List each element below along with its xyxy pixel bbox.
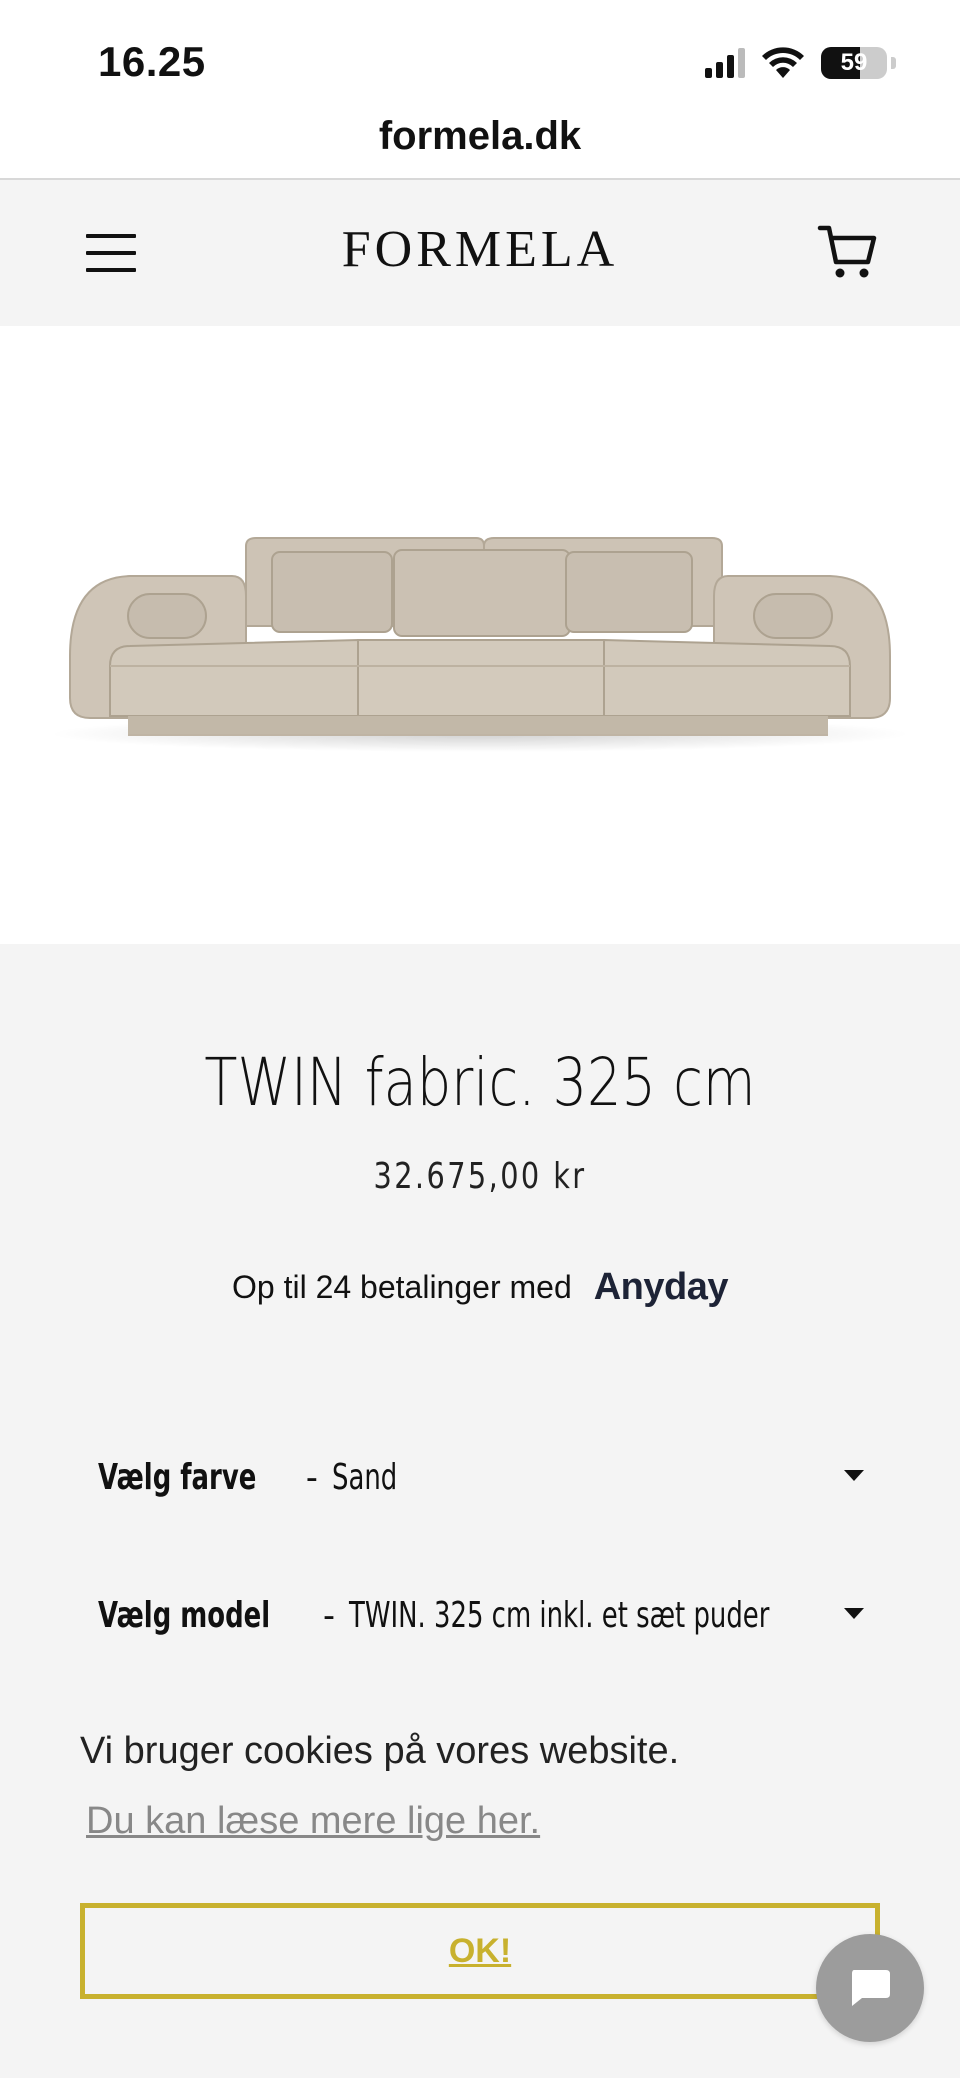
wifi-icon — [762, 47, 804, 78]
battery-icon: 59 — [821, 47, 887, 79]
sofa-illustration — [50, 537, 910, 752]
browser-url-bar[interactable]: formela.dk — [0, 110, 960, 180]
status-time: 16.25 — [98, 38, 206, 85]
status-bar: 16.25 59 — [0, 0, 960, 110]
chat-button[interactable] — [816, 1934, 924, 2042]
model-select[interactable]: Vælg model - TWIN. 325 cm inkl. et sæt p… — [98, 1580, 864, 1650]
color-select[interactable]: Vælg farve - Sand — [98, 1442, 864, 1512]
chevron-down-icon[interactable] — [844, 1470, 864, 1481]
cookie-ok-label: OK! — [448, 1931, 512, 1970]
cookie-text: Vi bruger cookies på vores website. — [80, 1730, 680, 1772]
model-select-separator: - — [323, 1594, 336, 1635]
payment-info: Op til 24 betalinger med Anyday — [0, 1266, 960, 1309]
cellular-signal-icon — [705, 48, 745, 78]
model-select-label: Vælg model — [98, 1594, 271, 1636]
site-header: FORMELA — [0, 182, 960, 326]
product-title: TWIN fabric. 325 cm — [204, 1044, 756, 1121]
anyday-logo[interactable]: Anyday — [594, 1266, 729, 1309]
chat-bubble-icon — [852, 1970, 890, 2006]
battery-tip — [891, 57, 896, 69]
color-select-label: Vælg farve — [98, 1456, 257, 1498]
status-icons: 59 — [705, 44, 896, 82]
color-select-value[interactable]: Sand — [332, 1457, 397, 1498]
shopping-cart-icon[interactable] — [816, 220, 880, 284]
product-image[interactable] — [0, 326, 960, 944]
cookie-ok-button[interactable]: OK! — [80, 1903, 880, 1999]
product-price: 32.675,00 kr — [373, 1156, 587, 1197]
battery-level: 59 — [840, 49, 868, 76]
url-text[interactable]: formela.dk — [0, 110, 960, 162]
color-select-separator: - — [305, 1456, 318, 1497]
payment-text: Op til 24 betalinger med — [231, 1269, 572, 1305]
cookie-info-link[interactable]: Du kan læse mere lige her. — [86, 1800, 540, 1843]
model-select-value[interactable]: TWIN. 325 cm inkl. et sæt puder — [349, 1595, 769, 1636]
chevron-down-icon[interactable] — [844, 1608, 864, 1619]
